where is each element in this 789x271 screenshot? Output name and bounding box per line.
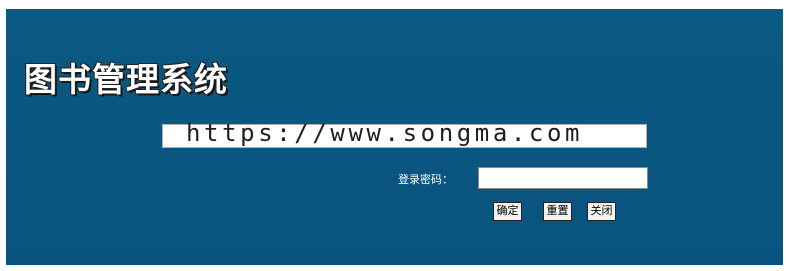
- reset-button[interactable]: 重置: [543, 202, 572, 221]
- password-input[interactable]: [478, 167, 648, 189]
- url-watermark-text: https://www.songma.com: [186, 119, 584, 147]
- confirm-button[interactable]: 确定: [493, 202, 522, 221]
- app-title: 图书管理系统: [24, 60, 228, 99]
- close-button[interactable]: 关闭: [587, 202, 616, 221]
- password-label: 登录密码：: [398, 173, 453, 186]
